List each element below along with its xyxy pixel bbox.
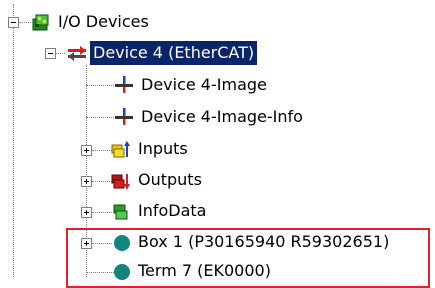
collapse-toggle[interactable] xyxy=(8,17,19,28)
tree-line xyxy=(86,117,114,118)
infodata-icon xyxy=(113,204,128,220)
tree-item-inputs[interactable]: Inputs xyxy=(135,137,191,161)
process-image-icon xyxy=(115,76,133,93)
tree-item-outputs[interactable]: Outputs xyxy=(135,168,205,192)
tree-line xyxy=(92,150,112,151)
io-device-tree: I/O Devices Device 4 (EtherCAT) Device 4… xyxy=(0,0,435,288)
tree-line xyxy=(92,181,112,182)
tree-item-infodata[interactable]: InfoData xyxy=(135,199,209,223)
tree-item-device-4[interactable]: Device 4 (EtherCAT) xyxy=(90,41,258,65)
expand-toggle[interactable] xyxy=(81,176,92,187)
ethercat-device-icon xyxy=(68,46,86,61)
tree-line xyxy=(86,85,114,86)
io-devices-icon xyxy=(32,14,49,31)
expand-toggle[interactable] xyxy=(81,207,92,218)
tree-line xyxy=(13,28,14,277)
collapse-toggle[interactable] xyxy=(45,48,56,59)
tree-item-device-4-image-info[interactable]: Device 4-Image-Info xyxy=(138,105,306,129)
tree-line xyxy=(19,22,31,23)
process-image-icon xyxy=(115,108,133,125)
inputs-icon xyxy=(111,141,130,158)
tree-item-device-4-image[interactable]: Device 4-Image xyxy=(138,73,270,97)
tree-line xyxy=(92,212,112,213)
tree-item-io-devices[interactable]: I/O Devices xyxy=(55,10,152,34)
highlight-rectangle xyxy=(66,228,430,288)
outputs-icon xyxy=(111,174,130,190)
expand-toggle[interactable] xyxy=(81,145,92,156)
tree-line xyxy=(55,53,65,54)
